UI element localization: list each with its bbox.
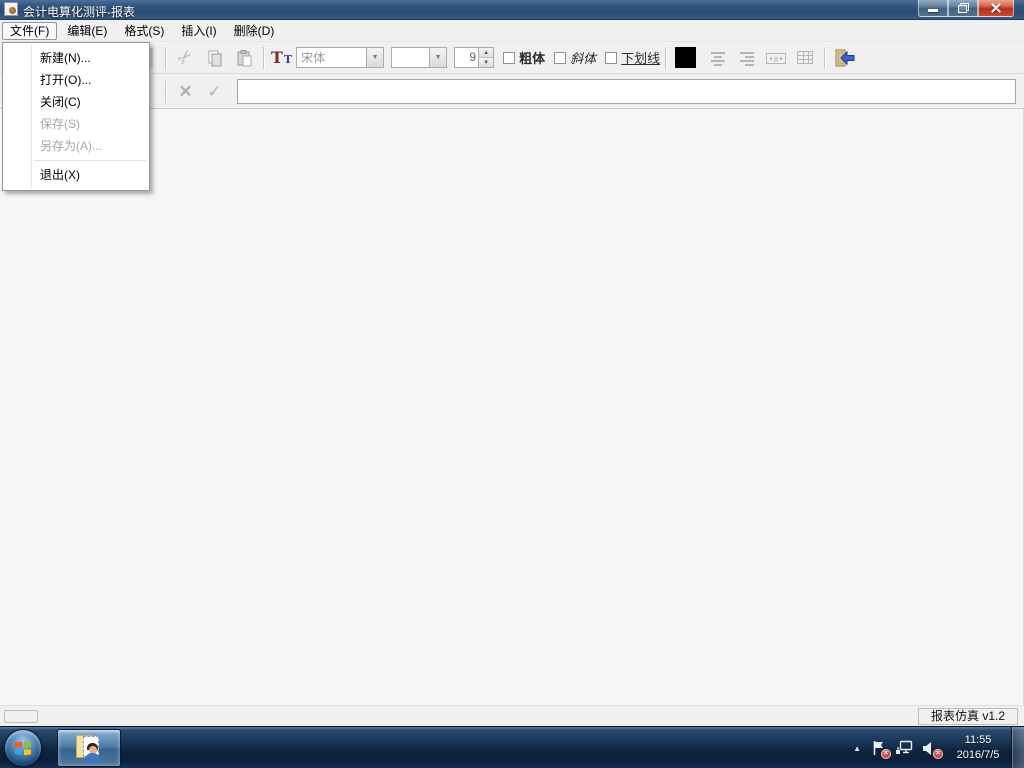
underline-label: 下划线 <box>621 51 661 66</box>
bold-checkbox-group: 粗体 <box>503 48 545 67</box>
paste-icon <box>237 49 251 66</box>
work-area <box>0 109 1024 705</box>
font-name-combobox[interactable]: 宋体 ▼ <box>296 47 385 68</box>
menu-separator <box>34 160 146 161</box>
formula-confirm-button[interactable]: ✓ <box>201 79 228 104</box>
status-panel-left <box>4 710 38 723</box>
underline-checkbox[interactable] <box>605 51 618 64</box>
spin-up-icon[interactable]: ▲ <box>479 48 494 58</box>
bold-label: 粗体 <box>519 51 546 66</box>
font-icon: T T <box>271 47 293 67</box>
menu-item-exit[interactable]: 退出(X) <box>4 164 148 186</box>
align-center-icon <box>710 51 725 66</box>
version-label: 报表仿真 v1.2 <box>918 708 1018 725</box>
cut-button[interactable]: ✂ <box>172 45 199 70</box>
exit-door-icon <box>835 49 855 66</box>
toolbar-separator <box>165 80 166 103</box>
restore-button[interactable] <box>948 0 978 17</box>
windows-logo-icon <box>15 741 31 756</box>
start-button[interactable] <box>4 729 42 767</box>
underline-checkbox-group: 下划线 <box>605 48 660 67</box>
taskbar-clock[interactable]: 11:55 2016/7/5 <box>947 733 1009 763</box>
toolbar-separator <box>665 46 667 69</box>
menu-item-new[interactable]: 新建(N)... <box>4 47 148 69</box>
network-icon[interactable] <box>895 739 913 757</box>
clock-time: 11:55 <box>964 734 992 746</box>
merge-cells-button[interactable]: a <box>762 45 789 70</box>
formula-input[interactable] <box>237 79 1016 104</box>
toolbar-separator <box>263 46 264 69</box>
clock-date: 2016/7/5 <box>956 749 1000 761</box>
tray-expand-icon[interactable]: ▲ <box>853 744 861 753</box>
formula-cancel-button[interactable]: × <box>172 79 199 104</box>
menu-bar: 文件(F) 编辑(E) 格式(S) 插入(I) 删除(D) <box>0 20 1024 42</box>
toolbar-separator <box>824 46 826 69</box>
scissors-icon: ✂ <box>172 44 198 70</box>
spin-down-icon[interactable]: ▼ <box>479 58 494 67</box>
window-controls <box>918 0 1014 17</box>
font-name-value: 宋体 <box>301 51 326 65</box>
menu-item-save-as: 另存为(A)... <box>40 139 102 153</box>
show-desktop-button[interactable] <box>1011 727 1024 768</box>
formula-bar: × ✓ <box>0 75 1024 109</box>
application-window: 会计电算化测评-报表 文件(F) 编辑(E) 格式(S) 插入(I) 删除(D)… <box>0 0 1024 768</box>
align-right-icon <box>739 51 754 66</box>
chevron-down-icon[interactable]: ▼ <box>429 48 447 67</box>
menu-edit[interactable]: 编辑(E) <box>60 22 114 40</box>
font-color-swatch[interactable] <box>675 47 697 68</box>
checkmark-icon: ✓ <box>207 81 222 101</box>
merge-cells-icon: a <box>765 52 786 64</box>
font-size-combobox[interactable]: ▼ <box>391 47 448 68</box>
bold-checkbox[interactable] <box>503 51 516 64</box>
close-icon <box>990 2 1002 14</box>
minimize-icon <box>928 8 938 12</box>
table-grid-icon <box>796 51 813 64</box>
restore-icon <box>957 3 969 13</box>
exit-button[interactable] <box>831 45 858 70</box>
window-app-icon[interactable] <box>4 2 18 16</box>
align-right-button[interactable] <box>733 45 760 70</box>
menu-insert[interactable]: 插入(I) <box>174 22 223 40</box>
cancel-x-icon: × <box>179 79 192 103</box>
table-grid-button[interactable] <box>791 45 818 70</box>
format-toolbar: ✂ T T 宋体 ▼ ▼ 9 ▲ ▼ 粗体 斜体 下划线 a <box>0 42 1024 74</box>
svg-text:a: a <box>773 54 778 63</box>
action-center-flag-icon[interactable]: × <box>869 739 891 759</box>
taskbar: ▲ × × 11:55 2016/7/5 <box>0 726 1024 768</box>
report-app-icon <box>74 733 104 763</box>
mute-badge: × <box>933 749 943 759</box>
copy-button[interactable] <box>201 45 228 70</box>
menu-format[interactable]: 格式(S) <box>117 22 171 40</box>
menu-item-save: 保存(S) <box>40 117 80 131</box>
italic-checkbox-group: 斜体 <box>554 48 596 67</box>
menu-item-open[interactable]: 打开(O)... <box>4 69 148 91</box>
error-badge: × <box>881 749 891 759</box>
taskbar-app-button[interactable] <box>57 729 121 767</box>
status-bar: 报表仿真 v1.2 <box>0 705 1024 726</box>
italic-checkbox[interactable] <box>554 51 567 64</box>
volume-muted-icon[interactable]: × <box>921 739 943 759</box>
menu-file[interactable]: 文件(F) <box>2 21 58 40</box>
menu-gutter-line <box>31 45 32 188</box>
menu-item-close[interactable]: 关闭(C) <box>4 91 148 113</box>
align-center-button[interactable] <box>704 45 731 70</box>
file-menu-dropdown: 新建(N)... 打开(O)... 关闭(C) 保存(S) 另存为(A)... … <box>2 42 150 191</box>
window-title: 会计电算化测评-报表 <box>23 5 135 19</box>
menu-delete[interactable]: 删除(D) <box>227 22 282 40</box>
size-spinner-value: 9 <box>469 50 477 64</box>
chevron-down-icon[interactable]: ▼ <box>366 48 384 67</box>
close-button[interactable] <box>978 0 1014 17</box>
title-bar: 会计电算化测评-报表 <box>0 0 1024 20</box>
copy-icon <box>208 50 221 66</box>
toolbar-separator <box>165 46 166 69</box>
paste-button[interactable] <box>230 45 257 70</box>
size-spinner[interactable]: 9 ▲ ▼ <box>454 47 495 68</box>
system-tray: ▲ × × 11:55 2016/7/5 <box>853 727 1009 768</box>
italic-label: 斜体 <box>570 51 597 66</box>
minimize-button[interactable] <box>918 0 948 17</box>
